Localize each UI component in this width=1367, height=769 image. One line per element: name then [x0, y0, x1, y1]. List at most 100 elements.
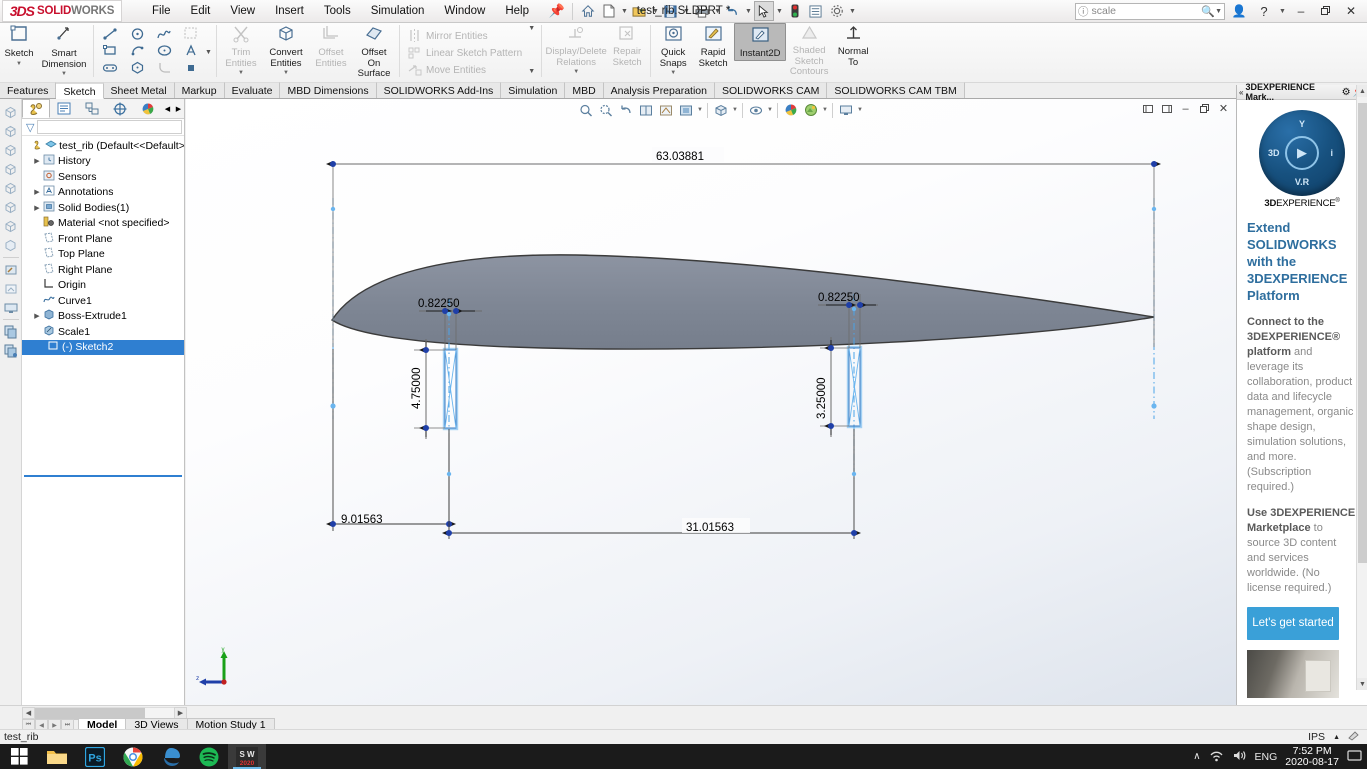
ribbon-shaded-sketch-contours-button[interactable]: Shaded Sketch Contours — [786, 23, 832, 78]
point-icon[interactable] — [178, 59, 204, 76]
tree-item-solid-bodies[interactable]: ▶ Solid Bodies(1) — [22, 200, 184, 216]
tree-scroll-left[interactable]: ◀ — [162, 99, 173, 118]
new-document-icon[interactable] — [599, 1, 619, 21]
lets-get-started-button[interactable]: Let's get started — [1247, 607, 1339, 641]
ribbon-offset-entities-button[interactable]: Offset Entities — [310, 23, 352, 69]
view-cube-icon-2[interactable] — [2, 122, 20, 141]
sketch-entities-dropdown[interactable]: ▼ — [204, 49, 213, 56]
select-cursor-icon[interactable] — [753, 1, 774, 21]
search-icon[interactable]: 🔍 — [1201, 5, 1215, 18]
status-edit-icon[interactable] — [1348, 730, 1361, 744]
tree-item-history[interactable]: ▶ History — [22, 154, 184, 170]
start-button[interactable] — [0, 744, 38, 769]
tree-item-front-plane[interactable]: Front Plane — [22, 231, 184, 247]
print-dropdown[interactable]: ▼ — [713, 8, 722, 15]
search-dropdown[interactable]: ▼ — [1215, 8, 1222, 15]
ribbon-convert-entities-button[interactable]: Convert Entities ▼ — [262, 23, 310, 76]
tab-solidworks-add-ins[interactable]: SOLIDWORKS Add-Ins — [376, 82, 502, 98]
view-cube-icon-5[interactable] — [2, 179, 20, 198]
move-entities-row[interactable]: Move Entities — [403, 62, 525, 79]
polygon-icon[interactable] — [124, 59, 150, 76]
save-view-icon[interactable] — [2, 341, 20, 360]
scroll-up-arrow[interactable]: ▲ — [1357, 85, 1367, 97]
select-dropdown[interactable]: ▼ — [775, 8, 784, 15]
quick-snaps-dropdown-caret[interactable]: ▼ — [670, 70, 676, 76]
tab-sheet-metal[interactable]: Sheet Metal — [103, 82, 175, 98]
scroll-thumb[interactable] — [1358, 103, 1367, 563]
ribbon-quick-snaps-button[interactable]: Quick Snaps ▼ — [654, 23, 692, 76]
scroll-down-arrow[interactable]: ▼ — [1357, 678, 1367, 690]
save-dropdown[interactable]: ▼ — [682, 8, 691, 15]
menu-help[interactable]: Help — [495, 2, 539, 20]
save-icon[interactable] — [661, 1, 681, 21]
menu-view[interactable]: View — [220, 2, 265, 20]
menu-edit[interactable]: Edit — [181, 2, 221, 20]
property-manager-icon[interactable] — [50, 99, 78, 118]
view-cube-icon-4[interactable] — [2, 160, 20, 179]
tree-filter-input[interactable] — [37, 120, 182, 134]
tree-item-top-plane[interactable]: Top Plane — [22, 247, 184, 263]
tree-arrow-annotations[interactable]: ▶ — [32, 188, 42, 196]
help-icon[interactable]: ? — [1253, 2, 1275, 20]
task-pane-scrollbar[interactable]: ▲ ▼ — [1356, 85, 1367, 690]
volume-icon[interactable] — [1232, 749, 1247, 765]
network-icon[interactable] — [1209, 749, 1224, 765]
undo-icon[interactable] — [723, 1, 743, 21]
tree-arrow-history[interactable]: ▶ — [32, 157, 42, 165]
ribbon-instant2d-button[interactable]: Instant2D — [734, 23, 787, 61]
tree-item-sketch2[interactable]: (-) Sketch2 — [22, 339, 184, 355]
arc-icon[interactable] — [124, 42, 150, 59]
appearance-icon[interactable] — [2, 260, 20, 279]
smart-dimension-dropdown-caret[interactable]: ▼ — [61, 71, 67, 77]
menu-tools[interactable]: Tools — [314, 2, 361, 20]
view-cube-icon-7[interactable] — [2, 217, 20, 236]
rebuild-icon[interactable] — [785, 1, 805, 21]
home-icon[interactable] — [578, 1, 598, 21]
fillet-icon[interactable] — [151, 59, 177, 76]
gear-icon[interactable]: ⚙ — [1342, 87, 1351, 98]
tab-solidworks-cam-tbm[interactable]: SOLIDWORKS CAM TBM — [827, 82, 965, 98]
display-manager-icon[interactable] — [134, 99, 162, 118]
tree-item-annotations[interactable]: ▶ Annotations — [22, 185, 184, 201]
ribbon-rapid-sketch-button[interactable]: Rapid Sketch — [692, 23, 734, 69]
trailing-edge-point[interactable] — [1151, 403, 1157, 409]
file-explorer-icon[interactable] — [38, 744, 76, 769]
tree-item-sensors[interactable]: Sensors — [22, 169, 184, 185]
sketch-pattern-icon[interactable] — [178, 25, 204, 42]
view-section-icon[interactable] — [2, 236, 20, 255]
display-state-icon[interactable] — [2, 298, 20, 317]
view-cube-icon-6[interactable] — [2, 198, 20, 217]
options-list-icon[interactable] — [806, 1, 826, 21]
sketch-canvas[interactable]: 63.03881 0.82250 0.82250 4.75000 3.25000… — [186, 99, 1236, 705]
tray-chevron-icon[interactable]: ∧ — [1193, 751, 1200, 762]
print-icon[interactable] — [692, 1, 712, 21]
view-cube-icon-3[interactable] — [2, 141, 20, 160]
copy-view-icon[interactable] — [2, 322, 20, 341]
line-icon[interactable] — [97, 25, 123, 42]
ribbon-trim-entities-button[interactable]: Trim Entities ▼ — [220, 23, 262, 76]
tree-item-material[interactable]: Material <not specified> — [22, 216, 184, 232]
tree-item-origin[interactable]: Origin — [22, 278, 184, 294]
tree-item-curve1[interactable]: Curve1 — [22, 293, 184, 309]
view-cube-icon-1[interactable] — [2, 103, 20, 122]
scroll-track[interactable] — [35, 706, 174, 720]
tree-item-right-plane[interactable]: Right Plane — [22, 262, 184, 278]
tab-mbd-dimensions[interactable]: MBD Dimensions — [280, 82, 377, 98]
stacked-group-dropdown-top[interactable]: ▼ — [527, 25, 536, 32]
tab-solidworks-cam[interactable]: SOLIDWORKS CAM — [714, 82, 828, 98]
edge-icon[interactable] — [152, 744, 190, 769]
ribbon-smart-dimension-button[interactable]: Smart Dimension ▼ — [38, 23, 90, 77]
graphics-area[interactable]: – ✕ ▼ ▼ ▼ ▼ ▼ 63.03881 0.82250 0.82250 4… — [186, 99, 1236, 705]
tree-rollback-bar[interactable] — [24, 475, 182, 477]
status-expand-icon[interactable]: ▲ — [1333, 734, 1340, 741]
dimension-left-offset[interactable]: 9.01563 — [326, 349, 456, 531]
tree-item-boss-extrude1[interactable]: ▶ Boss-Extrude1 — [22, 309, 184, 325]
photoshop-icon[interactable]: Ps — [76, 744, 114, 769]
help-dropdown[interactable]: ▼ — [1278, 8, 1287, 15]
spotify-icon[interactable] — [190, 744, 228, 769]
tree-item-test-rib[interactable]: test_rib (Default<<Default>_Displ — [22, 138, 184, 154]
scroll-right-arrow[interactable]: ▶ — [174, 706, 187, 719]
relations-dropdown-caret[interactable]: ▼ — [573, 69, 579, 75]
sketch-dropdown-caret[interactable]: ▼ — [16, 61, 22, 67]
tree-arrow-boss-extrude[interactable]: ▶ — [32, 312, 42, 320]
